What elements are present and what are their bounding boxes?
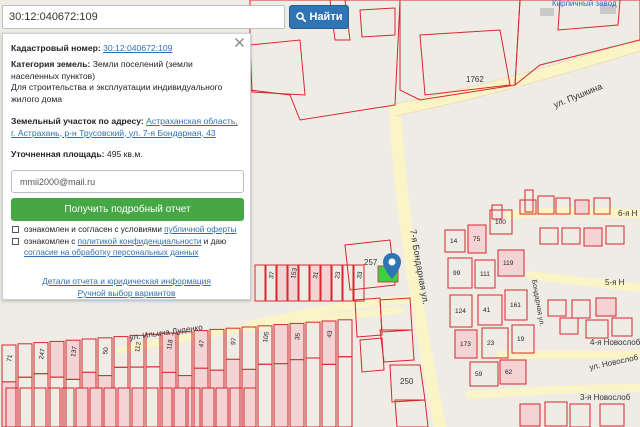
parcel (161, 332, 177, 373)
purpose-text: Для строительства и эксплуатации индивид… (11, 82, 223, 104)
parcel-number: 173 (460, 341, 471, 348)
street-5ya: 5-я Н (605, 278, 625, 287)
parcel (289, 322, 305, 361)
privacy-checkbox[interactable] (12, 238, 19, 245)
parcel-number: 19 (517, 336, 525, 343)
parcel (131, 387, 145, 427)
parcel (273, 363, 289, 427)
parcel-number: 119 (503, 260, 514, 267)
cadastral-row: Кадастровый номер: 30:12:040672:109 (11, 43, 240, 55)
parcel (276, 264, 288, 302)
offer-link[interactable]: публичной оферты (164, 225, 236, 234)
parcel (321, 320, 337, 365)
search-icon (295, 12, 306, 22)
parcel (519, 403, 541, 427)
label-factory: Кирпичный завод (552, 0, 617, 8)
parcel-number: 41 (483, 307, 491, 314)
parcel (583, 227, 603, 247)
offer-agreement: ознакомлен и согласен с условиями публич… (24, 224, 244, 235)
parcel (309, 264, 321, 302)
area-label: Уточненная площадь: (11, 149, 105, 159)
search-button-label: Найти (309, 11, 343, 23)
parcel (193, 330, 209, 369)
parcel (49, 340, 65, 378)
parcel (273, 324, 289, 365)
parcel (201, 387, 215, 427)
parcel-number: 23 (487, 340, 495, 347)
offer-checkbox[interactable] (12, 226, 19, 233)
map-pin-icon[interactable] (383, 253, 401, 279)
parcel-info-panel: Кадастровый номер: 30:12:040672:109 Кате… (2, 33, 251, 300)
street-6ya: 6-я Н (618, 209, 638, 218)
parcel-number: 62 (505, 369, 513, 376)
privacy-mid-text: и даю (201, 237, 227, 246)
parcel-number: 124 (455, 308, 466, 315)
parcel (595, 297, 617, 317)
parcel (289, 359, 305, 427)
parcel (243, 387, 257, 427)
parcel-number: 161 (510, 302, 521, 309)
details-link[interactable]: Детали отчета и юридическая информация (3, 276, 250, 286)
category-row: Категория земель: Земли поселений (земли… (11, 59, 240, 82)
email-field[interactable]: mmii2000@mail.ru (11, 170, 244, 193)
parcel (1, 381, 17, 427)
label-257: 257 (364, 258, 378, 267)
parcel (215, 387, 229, 427)
parcel (103, 387, 117, 427)
privacy-policy-link[interactable]: политикой конфиденциальности (78, 237, 202, 246)
privacy-agreement: ознакомлен с политикой конфиденциальност… (24, 236, 244, 258)
parcel (89, 387, 103, 427)
parcel (574, 199, 590, 215)
address-row: Земельный участок по адресу: Астраханска… (11, 116, 240, 139)
parcel-number: 14 (450, 238, 458, 245)
search-button[interactable]: Найти (289, 5, 349, 29)
parcel (117, 387, 131, 427)
cadastral-number-link[interactable]: 30:12:040672:109 (103, 43, 172, 53)
privacy-text: ознакомлен с (24, 237, 78, 246)
offer-text: ознакомлен и согласен с условиями (24, 225, 165, 234)
area-row: Уточненная площадь: 495 кв.м. (11, 149, 240, 161)
search-box (2, 5, 285, 29)
parcel-number: 59 (475, 371, 483, 378)
cadastral-label: Кадастровый номер: (11, 43, 101, 53)
street-4ya: 4-я Новослоб (590, 338, 640, 347)
category-label: Категория земель: (11, 59, 91, 69)
street-3ya: 3-я Новослоб (580, 393, 631, 402)
consent-link[interactable]: согласие на обработку персональных данны… (24, 248, 198, 257)
label-1762: 1762 (466, 75, 484, 84)
parcel-number: 99 (453, 270, 461, 277)
address-label: Земельный участок по адресу: (11, 116, 144, 126)
parcel-number: 100 (495, 219, 506, 226)
parcel (75, 387, 89, 427)
get-report-button[interactable]: Получить подробный отчет (11, 198, 244, 221)
parcel-number: 111 (480, 271, 490, 278)
search-input[interactable] (3, 6, 284, 28)
parcel (499, 359, 527, 385)
parcel (173, 387, 187, 427)
area-value: 495 кв.м. (106, 149, 143, 159)
label-250: 250 (400, 377, 414, 386)
parcel-number: 75 (473, 236, 481, 243)
parcel (320, 264, 332, 302)
manual-select-link[interactable]: Ручной выбор вариантов (3, 288, 250, 298)
